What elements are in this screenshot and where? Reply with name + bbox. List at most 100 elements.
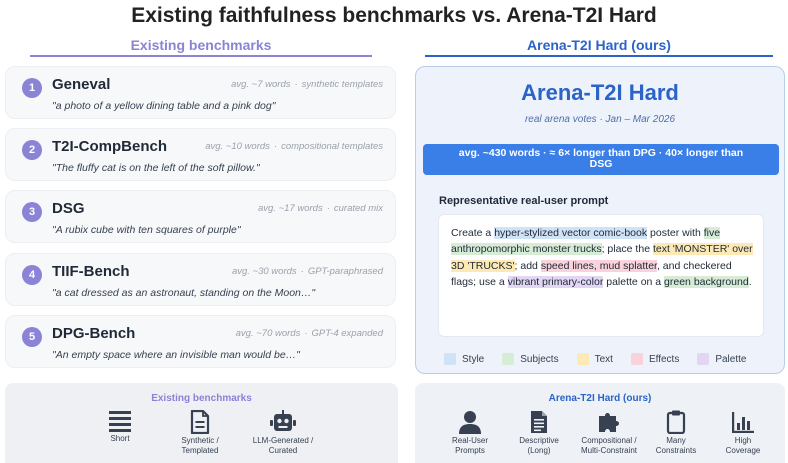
- legend-swatch: [630, 353, 643, 365]
- prompt-highlight-palette: vibrant primary-color: [507, 275, 604, 288]
- benchmark-example-prompt: "a photo of a yellow dining table and a …: [52, 100, 276, 112]
- benchmark-words: avg. ~70 words: [235, 328, 301, 339]
- benchmark-source: GPT-4 expanded: [311, 328, 383, 339]
- legend-swatch: [502, 353, 515, 365]
- legend-label: Text: [594, 353, 613, 365]
- prompt-highlight-effects: speed lines, mud splatter: [540, 259, 657, 272]
- benchmark-meta: avg. ~70 words · GPT-4 expanded: [236, 328, 383, 339]
- meta-separator: ·: [326, 203, 330, 214]
- benchmark-example-prompt: "An empty space where an invisible man w…: [52, 349, 300, 361]
- meta-separator: ·: [294, 79, 298, 90]
- benchmark-number: 4: [22, 265, 42, 285]
- meta-separator: ·: [273, 141, 278, 152]
- legend-item-subjects: Subjects: [502, 353, 559, 365]
- summary-item-many-constraints: Many Constraints: [650, 410, 702, 456]
- legend-item-palette: Palette: [697, 353, 746, 365]
- summary-item-compositional: Compositional / Multi-Constraint: [569, 410, 649, 456]
- benchmark-example-prompt: "a cat dressed as an astronaut, standing…: [52, 287, 316, 299]
- summary-label: Constraints: [655, 446, 697, 455]
- benchmark-meta: avg. ~30 words · GPT-paraphrased: [232, 266, 383, 277]
- legend-item-style: Style: [444, 353, 484, 365]
- meta-separator: ·: [300, 266, 304, 277]
- summary-label: (Long): [527, 446, 551, 455]
- prompt-highlight-style: hyper-stylized vector comic-book: [494, 227, 648, 239]
- summary-label: Synthetic /: [181, 436, 219, 445]
- benchmark-example-prompt: "A rubix cube with ten squares of purple…: [52, 224, 241, 236]
- legend-swatch: [697, 353, 710, 365]
- benchmark-example-prompt: "The fluffy cat is on the left of the so…: [52, 162, 260, 174]
- benchmark-source: compositional templates: [281, 141, 383, 152]
- benchmark-number: 1: [22, 78, 42, 98]
- existing-summary-title: Existing benchmarks: [151, 393, 252, 404]
- prompt-text: Create a: [451, 227, 495, 239]
- benchmark-meta: avg. ~10 words · compositional templates: [205, 141, 383, 152]
- benchmark-meta: avg. ~7 words · synthetic templates: [231, 79, 383, 90]
- summary-item-synthetic: Synthetic / Templated: [165, 410, 235, 456]
- summary-label: LLM-Generated /: [252, 436, 314, 445]
- benchmark-words: avg. ~7 words: [231, 79, 291, 90]
- summary-label: Short: [110, 434, 130, 443]
- summary-item-llm-generated: LLM-Generated / Curated: [243, 410, 323, 456]
- summary-label: Multi-Constraint: [580, 446, 637, 455]
- summary-label: Coverage: [725, 446, 761, 455]
- summary-label: Curated: [268, 446, 298, 455]
- benchmark-name: DSG: [52, 200, 85, 217]
- prompt-text: poster with: [647, 227, 704, 239]
- arena-summary-title: Arena-T2I Hard (ours): [548, 393, 652, 404]
- arena-header-underline: [425, 55, 773, 57]
- benchmark-card-geneval: 1 Geneval avg. ~7 words · synthetic templa…: [5, 66, 396, 119]
- user-icon: [459, 411, 481, 434]
- long-document-icon: [531, 411, 547, 433]
- robot-icon: [270, 410, 296, 431]
- arena-subtitle: real arena votes · Jan – Mar 2026: [524, 114, 676, 125]
- puzzle-icon: [599, 413, 619, 432]
- benchmark-card-t2i-compbench: 2 T2I-CompBench avg. ~10 words · compositi…: [5, 128, 396, 181]
- prompt-highlight-background: green background: [664, 275, 749, 288]
- benchmark-source: curated mix: [333, 203, 383, 214]
- representative-prompt-label: Representative real-user prompt: [439, 195, 609, 207]
- legend-label: Subjects: [520, 353, 559, 365]
- benchmark-number: 5: [22, 327, 42, 347]
- benchmark-source: GPT-paraphrased: [307, 266, 383, 277]
- benchmark-card-tiif-bench: 4 TIIF-Bench avg. ~30 words · GPT-paraphra…: [5, 253, 396, 306]
- benchmark-source: synthetic templates: [301, 79, 383, 90]
- arena-stats-pill: avg. ~430 words · ≈ 6× longer than DPG ·…: [423, 144, 779, 175]
- benchmark-name: DPG-Bench: [52, 325, 136, 342]
- benchmark-words: avg. ~17 words: [258, 203, 323, 214]
- highlight-legend: Style Subjects Text Effects Palette: [444, 352, 764, 366]
- document-icon: [190, 410, 210, 434]
- summary-label: Prompts: [455, 446, 485, 455]
- prompt-text: palette on a: [603, 275, 665, 288]
- bar-chart-icon: [732, 412, 754, 433]
- legend-label: Style: [462, 353, 485, 365]
- benchmark-name: TIIF-Bench: [52, 263, 130, 280]
- summary-label: Descriptive: [519, 436, 559, 445]
- arena-stats-line2: DSG: [589, 158, 613, 170]
- legend-label: Effects: [648, 353, 680, 365]
- summary-item-high-coverage: High Coverage: [717, 410, 769, 456]
- representative-prompt-card: Create a hyper-stylized vector comic-boo…: [438, 214, 764, 337]
- summary-label: Real-User: [451, 436, 488, 445]
- summary-label: High: [734, 436, 752, 445]
- prompt-text: ; place the: [601, 243, 653, 256]
- benchmark-meta: avg. ~17 words · curated mix: [258, 203, 383, 214]
- legend-item-text: Text: [576, 353, 613, 365]
- existing-summary-panel: Existing benchmarks Short Synthetic / Te…: [5, 383, 398, 463]
- existing-header-underline: [30, 55, 372, 57]
- benchmark-number: 3: [22, 202, 42, 222]
- benchmark-number: 2: [22, 140, 42, 160]
- summary-item-real-user: Real-User Prompts: [440, 410, 500, 456]
- arena-panel: Arena-T2I Hard real arena votes · Jan – …: [415, 66, 785, 374]
- benchmark-name: Geneval: [52, 76, 111, 93]
- benchmark-card-dpg-bench: 5 DPG-Bench avg. ~70 words · GPT-4 expande…: [5, 315, 396, 368]
- arena-title: Arena-T2I Hard: [521, 80, 679, 105]
- arena-header: Arena-T2I Hard (ours): [527, 37, 671, 53]
- summary-label: Templated: [181, 446, 219, 455]
- meta-separator: ·: [304, 328, 308, 339]
- legend-item-effects: Effects: [630, 353, 680, 365]
- prompt-text: ; add: [514, 259, 541, 272]
- benchmark-words: avg. ~10 words: [205, 141, 270, 152]
- legend-label: Palette: [715, 353, 747, 365]
- benchmark-words: avg. ~30 words: [231, 266, 297, 277]
- menu-lines-icon: [109, 411, 131, 432]
